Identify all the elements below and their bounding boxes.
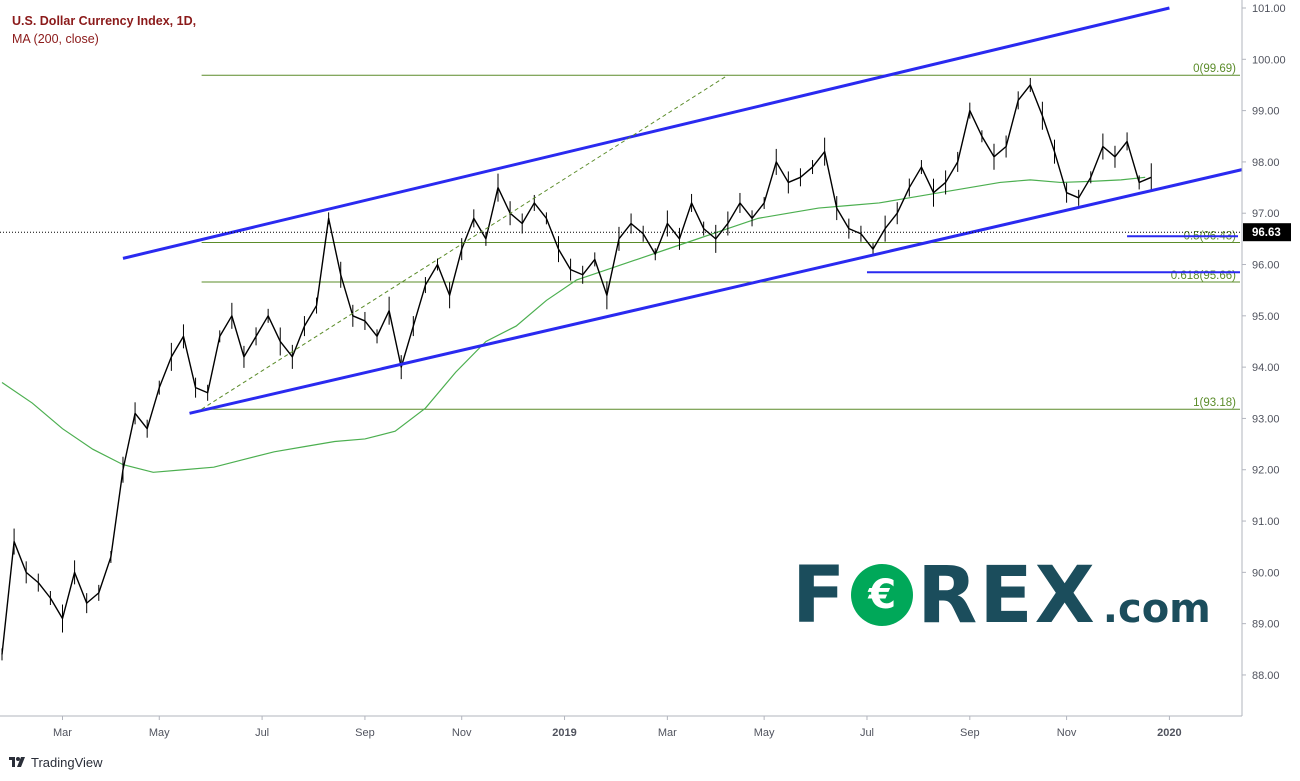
time-tick-label: Nov [452, 727, 472, 739]
forex-logo: F € REX .com [792, 556, 1211, 636]
time-tick-label: Jul [860, 727, 874, 739]
time-tick-label: Mar [53, 727, 72, 739]
time-tick-label: Sep [355, 727, 375, 739]
price-tick-label: 90.00 [1252, 567, 1280, 579]
chart-legend: U.S. Dollar Currency Index, 1D, MA (200,… [12, 12, 196, 48]
price-tick-label: 89.00 [1252, 619, 1280, 631]
forex-logo-rex: REX [917, 551, 1097, 641]
tradingview-logo[interactable]: TradingView [8, 754, 103, 770]
price-tick-label: 97.00 [1252, 208, 1280, 220]
forex-logo-f: F [792, 551, 848, 641]
price-tick-label: 92.00 [1252, 465, 1280, 477]
time-tick-label: May [754, 727, 775, 739]
price-tick-label: 100.00 [1252, 54, 1286, 66]
chart-canvas[interactable]: 0(99.69)0.5(96.43)0.618(95.66)1(93.18) 1… [0, 0, 1300, 781]
last-price-label: 96.63 [1252, 227, 1281, 239]
tradingview-label: TradingView [31, 754, 103, 770]
symbol-title: U.S. Dollar Currency Index, 1D, [12, 14, 197, 28]
time-tick-label: Nov [1057, 727, 1077, 739]
tradingview-icon [9, 757, 25, 767]
price-tick-label: 93.00 [1252, 413, 1280, 425]
price-tick-label: 91.00 [1252, 516, 1280, 528]
indicator-label: MA (200, close) [12, 32, 99, 46]
time-tick-label: 2019 [552, 727, 576, 739]
forex-logo-o: € [851, 564, 914, 626]
price-tick-label: 94.00 [1252, 362, 1280, 374]
time-tick-label: Mar [658, 727, 677, 739]
time-axis[interactable]: Mar May Jul Sep Nov 2019 Mar May Jul Sep Nov 2020 [0, 715, 1242, 739]
price-tick-label: 96.00 [1252, 260, 1280, 272]
price-tick-label: 98.00 [1252, 157, 1280, 169]
fib-level-label: 0(99.69) [1193, 63, 1236, 75]
time-tick-label: Jul [255, 727, 269, 739]
price-tick-label: 95.00 [1252, 311, 1280, 323]
price-tick-label: 99.00 [1252, 106, 1280, 118]
time-tick-label: Sep [960, 727, 980, 739]
time-tick-label: 2020 [1157, 727, 1181, 739]
channel-upper-line [122, 6, 1170, 260]
price-axis[interactable]: 101.00 100.00 99.00 98.00 97.00 96.00 95.00 94.… [1241, 0, 1291, 716]
fib-level-label: 1(93.18) [1193, 397, 1236, 409]
forex-logo-domain: .com [1102, 586, 1211, 632]
price-tick-label: 88.00 [1252, 670, 1280, 682]
price-tick-label: 101.00 [1252, 3, 1286, 15]
time-tick-label: May [149, 727, 170, 739]
trend-channel [0, 6, 1243, 415]
